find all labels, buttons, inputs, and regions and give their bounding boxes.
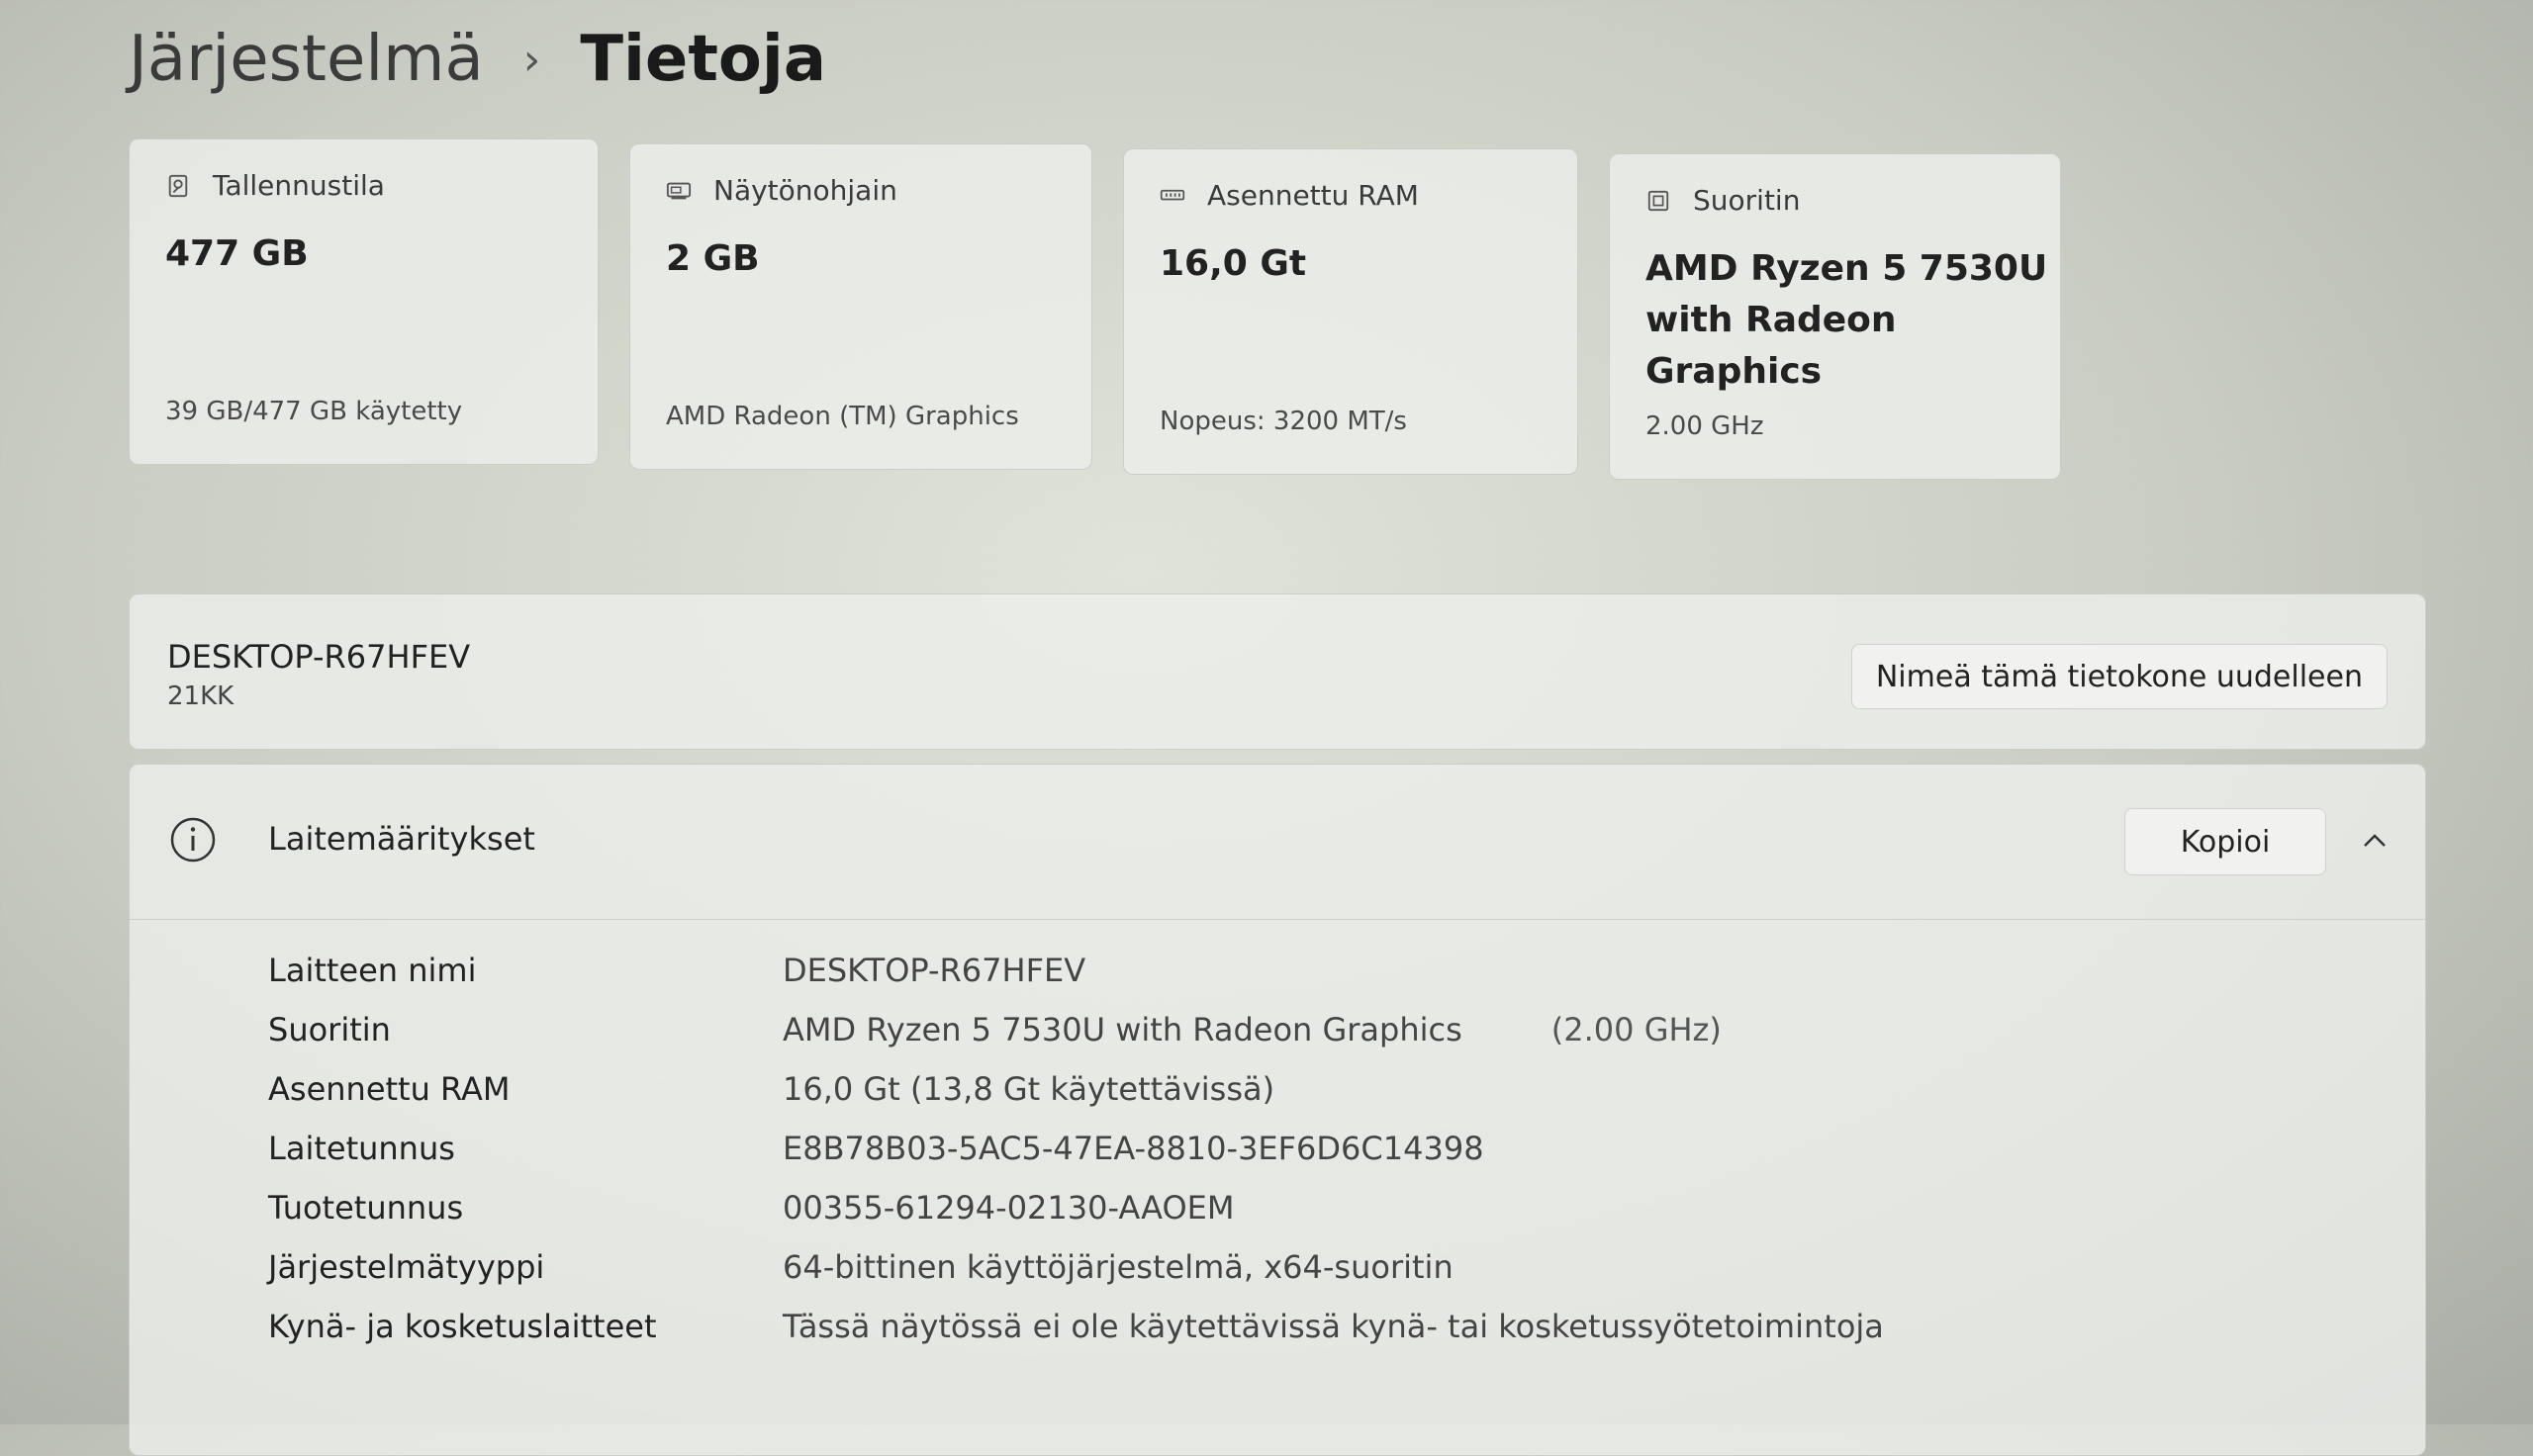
spec-row-system-type: Järjestelmätyyppi 64-bittinen käyttöjärj… bbox=[268, 1237, 1884, 1297]
ram-card[interactable]: Asennettu RAM 16,0 Gt Nopeus: 3200 MT/s bbox=[1123, 148, 1578, 475]
spec-row-pen-touch: Kynä- ja kosketuslaitteet Tässä näytössä… bbox=[268, 1297, 1884, 1356]
storage-card-value: 477 GB bbox=[165, 233, 309, 274]
spec-label: Laitetunnus bbox=[268, 1130, 455, 1167]
spec-label: Asennettu RAM bbox=[268, 1070, 511, 1108]
spec-label: Kynä- ja kosketuslaitteet bbox=[268, 1308, 657, 1345]
info-icon bbox=[170, 817, 216, 863]
ram-card-value: 16,0 Gt bbox=[1160, 243, 1307, 284]
cpu-card-label: Suoritin bbox=[1693, 184, 1801, 217]
spec-value[interactable]: 64-bittinen käyttöjärjestelmä, x64-suori… bbox=[783, 1248, 1454, 1286]
spec-value[interactable]: AMD Ryzen 5 7530U with Radeon Graphics bbox=[783, 1011, 1462, 1048]
spec-value[interactable]: 00355-61294-02130-AAOEM bbox=[783, 1189, 1234, 1227]
cpu-card-value-line1: AMD Ryzen 5 7530U bbox=[1645, 248, 2048, 289]
storage-icon bbox=[168, 174, 188, 197]
page-title: Tietoja bbox=[580, 23, 827, 96]
chevron-up-icon[interactable] bbox=[2360, 826, 2390, 856]
spec-row-installed-ram: Asennettu RAM 16,0 Gt (13,8 Gt käytettäv… bbox=[268, 1059, 1884, 1119]
spec-rows: Laitteen nimi DESKTOP-R67HFEV Suoritin A… bbox=[268, 941, 1884, 1356]
cpu-card[interactable]: Suoritin AMD Ryzen 5 7530U with Radeon G… bbox=[1609, 153, 2061, 480]
spec-label: Järjestelmätyyppi bbox=[268, 1248, 545, 1286]
storage-card-usage: 39 GB/477 GB käytetty bbox=[165, 397, 463, 426]
ram-icon bbox=[1160, 189, 1185, 200]
spec-row-product-id: Tuotetunnus 00355-61294-02130-AAOEM bbox=[268, 1178, 1884, 1237]
breadcrumb-separator: › bbox=[522, 34, 541, 85]
device-name-section: DESKTOP-R67HFEV 21KK Nimeä tämä tietokon… bbox=[129, 593, 2426, 750]
breadcrumb-system-link[interactable]: Järjestelmä bbox=[129, 23, 484, 96]
storage-card-label: Tallennustila bbox=[213, 169, 385, 202]
ram-card-speed: Nopeus: 3200 MT/s bbox=[1160, 407, 1407, 436]
spec-value[interactable]: E8B78B03-5AC5-47EA-8810-3EF6D6C14398 bbox=[783, 1130, 1484, 1167]
breadcrumb: Järjestelmä › Tietoja bbox=[129, 10, 826, 109]
spec-row-device-id: Laitetunnus E8B78B03-5AC5-47EA-8810-3EF6… bbox=[268, 1119, 1884, 1178]
gpu-card-label: Näytönohjain bbox=[713, 174, 897, 207]
device-specifications-header[interactable]: Laitemääritykset Kopioi bbox=[130, 765, 2425, 920]
cpu-icon bbox=[1647, 190, 1669, 211]
spec-value[interactable]: Tässä näytössä ei ole käytettävissä kynä… bbox=[783, 1308, 1884, 1345]
spec-value[interactable]: DESKTOP-R67HFEV bbox=[783, 952, 1085, 989]
spec-label: Suoritin bbox=[268, 1011, 391, 1048]
gpu-card[interactable]: Näytönohjain 2 GB AMD Radeon (TM) Graphi… bbox=[629, 143, 1092, 470]
spec-row-processor: Suoritin AMD Ryzen 5 7530U with Radeon G… bbox=[268, 1000, 1884, 1059]
device-model: 21KK bbox=[167, 682, 235, 711]
copy-button[interactable]: Kopioi bbox=[2124, 808, 2326, 875]
spec-label: Laitteen nimi bbox=[268, 952, 477, 989]
rename-pc-button[interactable]: Nimeä tämä tietokone uudelleen bbox=[1850, 644, 2388, 709]
storage-card[interactable]: Tallennustila 477 GB 39 GB/477 GB käytet… bbox=[129, 138, 599, 465]
gpu-icon bbox=[666, 182, 692, 199]
ram-card-label: Asennettu RAM bbox=[1207, 179, 1419, 212]
device-specifications-panel: Laitemääritykset Kopioi Laitteen nimi DE… bbox=[129, 764, 2426, 1456]
spec-value-clock[interactable]: (2.00 GHz) bbox=[1551, 1011, 1722, 1048]
cpu-card-value-line2: with Radeon Graphics bbox=[1645, 300, 1897, 392]
cpu-card-clock: 2.00 GHz bbox=[1645, 411, 1764, 441]
cpu-card-value: AMD Ryzen 5 7530U with Radeon Graphics bbox=[1645, 243, 2060, 398]
spec-row-device-name: Laitteen nimi DESKTOP-R67HFEV bbox=[268, 941, 1884, 1000]
spec-label: Tuotetunnus bbox=[268, 1189, 464, 1227]
spec-value[interactable]: 16,0 Gt (13,8 Gt käytettävissä) bbox=[783, 1070, 1274, 1108]
gpu-card-value: 2 GB bbox=[666, 238, 760, 279]
gpu-card-name: AMD Radeon (TM) Graphics bbox=[666, 402, 1019, 431]
device-name: DESKTOP-R67HFEV bbox=[167, 638, 471, 676]
device-specifications-title: Laitemääritykset bbox=[268, 820, 535, 858]
